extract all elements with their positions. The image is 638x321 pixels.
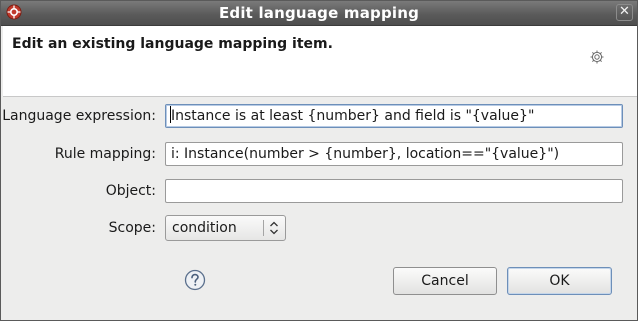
banner-title: Edit an existing language mapping item.	[12, 36, 333, 52]
cancel-button[interactable]: Cancel	[393, 267, 497, 295]
gear-icon	[590, 50, 604, 64]
language-expression-label: Language expression:	[2, 108, 156, 124]
object-label: Object:	[105, 183, 156, 199]
text-caret	[170, 106, 171, 123]
scope-selected-value: condition	[172, 220, 237, 236]
dialog-window: Edit language mapping ✕ Edit an existing…	[0, 0, 638, 321]
select-divider	[263, 220, 264, 236]
scope-select[interactable]: condition	[165, 215, 286, 241]
help-icon[interactable]	[184, 269, 206, 291]
title-bar[interactable]: Edit language mapping ✕	[1, 1, 637, 26]
rule-mapping-input[interactable]	[165, 142, 623, 166]
object-input[interactable]	[165, 179, 623, 203]
window-title: Edit language mapping	[218, 4, 420, 22]
rule-mapping-label: Rule mapping:	[54, 146, 156, 162]
language-expression-input[interactable]	[165, 104, 623, 128]
ok-button[interactable]: OK	[507, 267, 612, 295]
scope-label: Scope:	[108, 220, 156, 236]
chevron-up-down-icon	[270, 221, 278, 235]
close-icon[interactable]: ✕	[616, 4, 633, 21]
dialog-banner: Edit an existing language mapping item.	[3, 26, 637, 97]
